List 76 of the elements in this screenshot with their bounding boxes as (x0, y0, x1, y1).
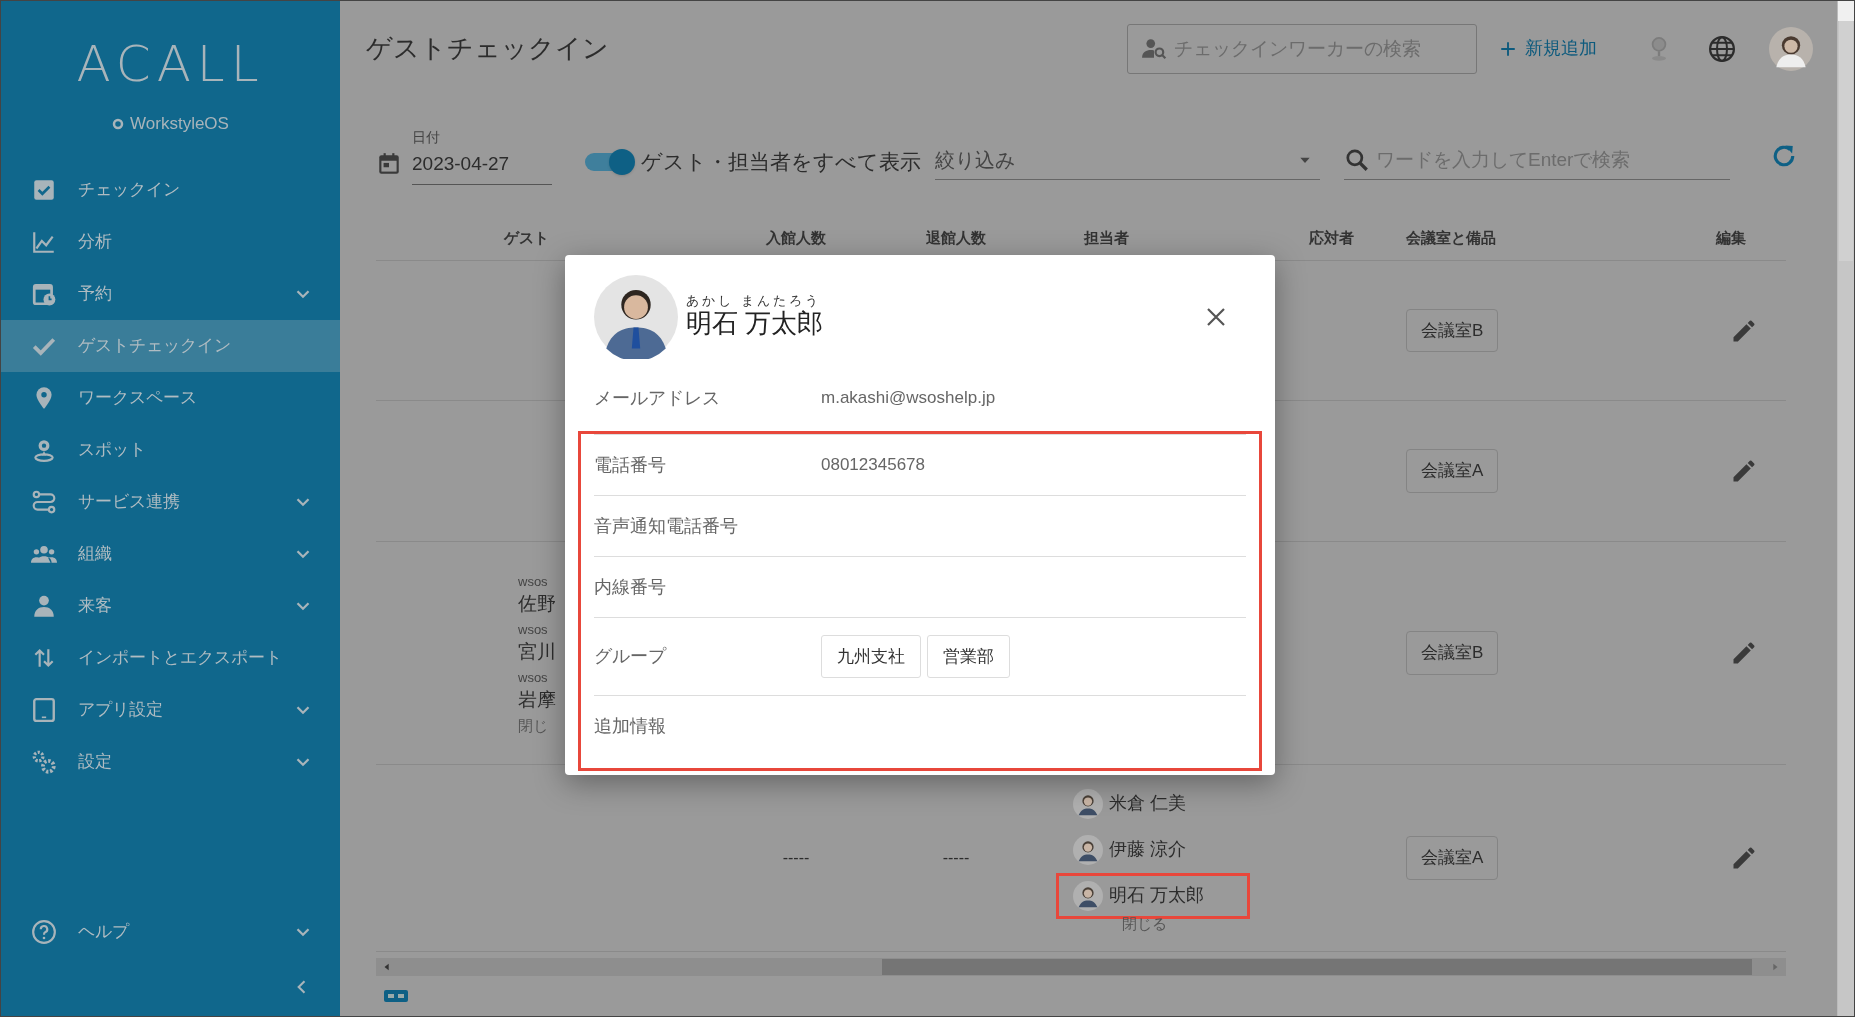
sidebar-item[interactable]: ワークスペース (1, 371, 340, 424)
guest-company: wsos (518, 668, 548, 687)
gears-icon (31, 748, 57, 775)
person-avatar-icon (1073, 834, 1103, 865)
guest-name: 佐野 (518, 591, 556, 616)
guest-name: 岩摩 (518, 687, 556, 712)
field-label: グループ (594, 645, 668, 668)
field-label: 内線番号 (594, 575, 667, 599)
sidebar-item[interactable]: ゲストチェックイン (1, 319, 340, 372)
guest-name: 宮川 (518, 639, 556, 664)
tablet-icon (31, 696, 57, 723)
field-value: m.akashi@wsoshelp.jp (821, 387, 996, 410)
group-tag: 営業部 (927, 634, 1010, 679)
calendar-icon[interactable] (376, 151, 402, 177)
sidebar-item[interactable]: 予約 (1, 267, 340, 320)
page-scrollbar[interactable] (1837, 1, 1854, 1016)
staff-member[interactable]: 米倉 仁美 (1056, 780, 1250, 827)
guest-company: wsos (518, 572, 548, 591)
check-out-count: ----- (942, 849, 970, 866)
search-icon (1344, 147, 1370, 173)
date-field[interactable]: 日付 2023-04-27 (412, 127, 552, 185)
sidebar-item[interactable]: チェックイン (1, 163, 340, 216)
toggle-label: ゲスト・担当者をすべて表示 (641, 149, 921, 176)
circle-logo-icon (112, 117, 125, 130)
horizontal-scrollbar[interactable] (376, 958, 1786, 976)
group-tag: 九州支社 (821, 634, 921, 679)
logo-text: ACALL (75, 39, 266, 89)
question-circle-icon (31, 919, 57, 945)
sidebar-item[interactable]: スポット (1, 423, 340, 476)
person-name: 明石 万太郎 (686, 308, 824, 340)
room-tag: 会議室A (1406, 449, 1499, 493)
field-label: 音声通知電話番号 (594, 514, 739, 538)
name-reading: あかし まんたろう (686, 294, 822, 308)
date-value: 2023-04-27 (412, 152, 511, 177)
guest-company: wsos (518, 620, 548, 639)
field-value: 08012345678 (821, 454, 925, 477)
connection-icon (31, 488, 57, 515)
add-button[interactable]: 新規追加 (1499, 35, 1597, 62)
sidebar-item[interactable]: インポートとエクスポート (1, 631, 340, 684)
check-in-count: ----- (782, 849, 810, 866)
product-name: WorkstyleOS (130, 113, 229, 135)
scroll-left-icon (382, 962, 392, 972)
page-title: ゲストチェックイン (366, 32, 609, 65)
profile-photo-icon (594, 275, 678, 359)
globe-icon[interactable] (1707, 33, 1737, 64)
field-label: メールアドレス (594, 386, 721, 410)
plus-icon (1499, 39, 1517, 58)
sidebar-item[interactable]: 組織 (1, 527, 340, 580)
sidebar-item[interactable]: 分析 (1, 215, 340, 268)
sidebar-item[interactable]: サービス連携 (1, 475, 340, 528)
user-avatar-icon[interactable] (1769, 26, 1813, 71)
sidebar-item[interactable]: 来客 (1, 579, 340, 632)
filter-dropdown[interactable]: 絞り込み (935, 140, 1320, 180)
room-tag: 会議室A (1406, 836, 1499, 880)
person-avatar-icon (1073, 788, 1103, 819)
column-header[interactable]: 担当者 (1036, 226, 1286, 250)
room-tag: 会議室B (1406, 631, 1499, 675)
help-item[interactable]: ヘルプ (1, 906, 340, 958)
room-tag: 会議室B (1406, 308, 1499, 353)
field-label: 追加情報 (594, 714, 667, 738)
column-header[interactable]: ゲスト (376, 226, 716, 250)
column-header[interactable]: 会議室と備品 (1376, 226, 1676, 250)
close-link[interactable]: 閉じ (518, 714, 548, 738)
column-header[interactable]: 退館人数 (876, 226, 1036, 250)
person-avatar-icon (1073, 880, 1103, 911)
date-label: 日付 (412, 128, 441, 148)
column-header[interactable]: 応対者 (1286, 226, 1376, 250)
column-header[interactable]: 編集 (1676, 226, 1786, 250)
toggle-switch[interactable] (585, 149, 635, 175)
staff-member[interactable]: 伊藤 涼介 (1056, 826, 1250, 873)
scroll-right-icon (1770, 962, 1780, 972)
field-label: 電話番号 (594, 453, 667, 477)
table-view-icon[interactable] (384, 990, 408, 1002)
sidebar-item[interactable]: 設定 (1, 735, 340, 788)
sidebar-item[interactable]: アプリ設定 (1, 683, 340, 736)
column-header[interactable]: 入館人数 (716, 226, 876, 250)
